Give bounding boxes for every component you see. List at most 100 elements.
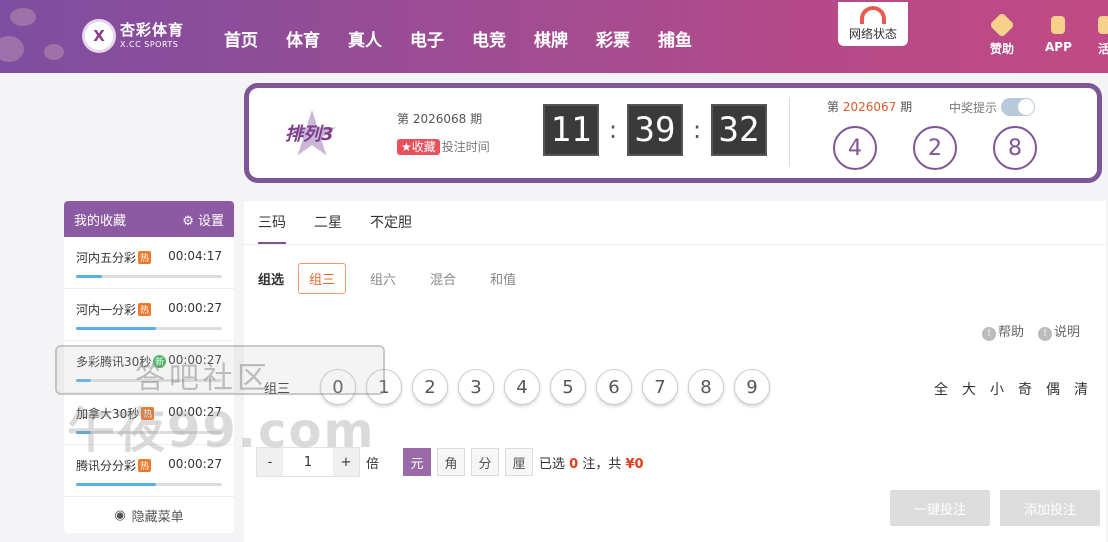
subtab-mixed[interactable]: 混合 [420,264,466,293]
number-ball[interactable]: 6 [596,369,632,405]
promo-button[interactable]: 活 [1098,16,1108,57]
phone-icon [1051,16,1066,34]
quick-small[interactable]: 小 [990,379,1004,399]
favorite-label: 收藏 [411,140,436,154]
network-status-button[interactable]: 网络状态 [838,2,908,46]
nav-slots[interactable]: 电子 [410,26,444,51]
quick-big[interactable]: 大 [962,379,976,399]
favorite-item[interactable]: 腾讯分分彩热 00:00:27 [64,445,234,497]
summary-prefix: 已选 [539,456,566,472]
increment-button[interactable]: + [333,448,359,476]
number-ball[interactable]: 8 [688,369,724,405]
nav-sports[interactable]: 体育 [286,26,320,51]
bet-time-label: 投注时间 [441,140,490,154]
countdown-seconds: 32 [711,104,767,156]
current-issue: 第 2026068 期 [397,110,482,127]
nav-home[interactable]: 首页 [224,26,258,51]
help-link[interactable]: ! 帮助 [981,321,1024,341]
multiplier-stepper: - 1 + [256,447,360,477]
number-ball[interactable]: 2 [412,369,448,405]
quick-even[interactable]: 偶 [1046,379,1060,399]
quick-clear[interactable]: 清 [1074,379,1088,399]
favorite-tag[interactable]: ★收藏 [397,139,440,155]
play-tabs: 三码 二星 不定胆 [244,201,1106,245]
number-ball[interactable]: 4 [504,369,540,405]
game-name: 排列3 [285,124,334,145]
site-logo[interactable]: X 杏彩体育 X.CC SPORTS [82,19,184,53]
number-ball[interactable]: 5 [550,369,586,405]
favorite-name: 多彩腾讯30秒 [76,355,152,369]
favorite-item[interactable]: 河内五分彩热 00:04:17 [64,237,234,289]
win-tip: 中奖提示 [949,98,1036,116]
new-badge: 新 [153,355,167,368]
favorite-progress [76,431,222,434]
info-icon: ! [981,327,996,341]
win-tip-toggle[interactable] [1001,98,1036,116]
nav-live[interactable]: 真人 [348,26,382,51]
logo-mark-icon: X [82,19,116,53]
win-tip-label: 中奖提示 [949,100,998,115]
hide-menu-label: 隐藏菜单 [131,509,184,525]
bet-panel: 三码 二星 不定胆 组选 组三 组六 混合 和值 ! 帮助 ! 说明 组三 0 1 … [244,201,1106,542]
result-ball: 8 [993,126,1037,170]
hot-badge: 热 [138,303,152,316]
draw-results: 4 2 8 [833,126,1037,170]
subtab-sum[interactable]: 和值 [480,264,526,293]
gift-icon [1098,16,1108,34]
sponsor-label: 赞助 [990,42,1015,56]
app-button[interactable]: APP [1045,16,1072,54]
tab-unfixed[interactable]: 不定胆 [370,201,412,244]
nav-esports[interactable]: 电竞 [472,26,506,51]
unit-jiao[interactable]: 角 [437,448,466,476]
nav-fishing[interactable]: 捕鱼 [658,26,692,51]
subtab-group-three[interactable]: 组三 [298,263,347,294]
heart-hand-icon [989,12,1015,38]
add-bet-button[interactable]: 添加投注 [1000,490,1100,526]
favorite-item[interactable]: 加拿大30秒热 00:00:27 [64,393,234,445]
hide-menu-button[interactable]: ◉ 隐藏菜单 [64,497,234,533]
number-ball[interactable]: 1 [366,369,402,405]
countdown-clock: 11 : 39 : 32 [543,104,767,156]
tab-three-digit[interactable]: 三码 [258,201,286,244]
last-issue-number: 2026067 [842,100,897,114]
sub-tabs: 组选 组三 组六 混合 和值 [258,263,526,294]
favorite-progress [76,379,222,382]
favorite-name: 加拿大30秒 [76,407,140,421]
decrement-button[interactable]: - [257,448,283,476]
subtab-group-six[interactable]: 组六 [360,264,406,293]
unit-yuan[interactable]: 元 [403,448,432,476]
favorites-header: 我的收藏 ⚙ 设置 [64,201,234,237]
hot-badge: 热 [138,459,152,472]
main-nav: 首页 体育 真人 电子 电竞 棋牌 彩票 捕鱼 [224,26,692,51]
one-click-bet-button[interactable]: 一键投注 [890,490,990,526]
eye-off-icon: ◉ [114,507,126,523]
settings-label: 设置 [197,213,224,229]
nav-lottery[interactable]: 彩票 [596,26,630,51]
favorite-toggle[interactable]: ★收藏 投注时间 [397,138,490,155]
number-ball[interactable]: 9 [734,369,770,405]
multiplier-input[interactable]: 1 [283,448,333,476]
favorite-item[interactable]: 多彩腾讯30秒新 00:00:27 [64,341,234,393]
selected-count: 0 [569,456,579,472]
favorite-progress [76,327,222,330]
quick-odd[interactable]: 奇 [1018,379,1032,399]
network-status-label: 网络状态 [848,27,897,41]
hot-badge: 热 [138,251,152,264]
tab-two-star[interactable]: 二星 [314,201,342,244]
explain-link[interactable]: ! 说明 [1037,321,1080,341]
unit-li[interactable]: 厘 [505,448,534,476]
bet-summary: 已选 0 注，共 ¥0 [539,453,644,472]
favorites-settings-button[interactable]: ⚙ 设置 [182,210,224,229]
favorite-countdown: 00:00:27 [168,457,222,471]
number-ball[interactable]: 7 [642,369,678,405]
quick-all[interactable]: 全 [934,379,948,399]
nav-cards[interactable]: 棋牌 [534,26,568,51]
last-issue-suffix: 期 [900,100,913,114]
favorite-item[interactable]: 河内一分彩热 00:00:27 [64,289,234,341]
logo-en: X.CC SPORTS [120,40,179,49]
unit-fen[interactable]: 分 [471,448,500,476]
favorite-name: 河内一分彩 [76,303,137,317]
number-ball[interactable]: 0 [320,369,356,405]
number-ball[interactable]: 3 [458,369,494,405]
sponsor-button[interactable]: 赞助 [989,12,1015,57]
